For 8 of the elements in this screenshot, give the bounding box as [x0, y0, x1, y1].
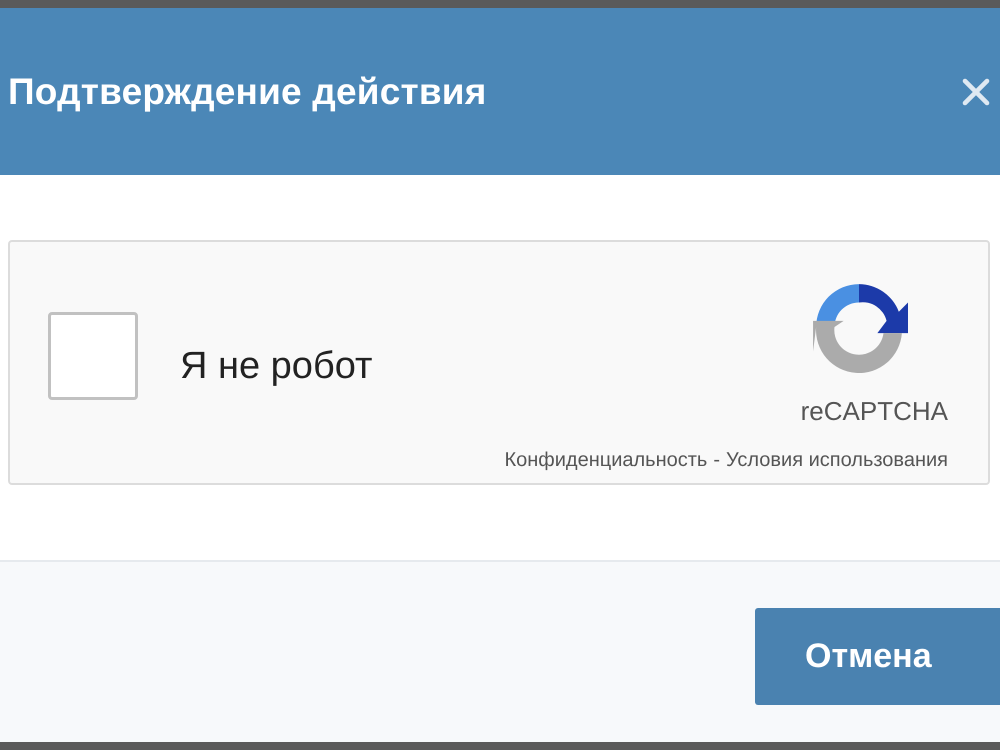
captcha-checkbox[interactable] [48, 312, 138, 400]
privacy-link[interactable]: Конфиденциальность [504, 445, 708, 475]
terms-link[interactable]: Условия использования [726, 445, 948, 475]
captcha-label: Я не робот [180, 344, 372, 389]
cancel-button[interactable]: Отмена [755, 608, 1000, 705]
link-separator: - [713, 448, 720, 473]
dialog-title: Подтверждение действия [8, 70, 486, 114]
captcha-brand: reCAPTCHA [800, 395, 948, 428]
